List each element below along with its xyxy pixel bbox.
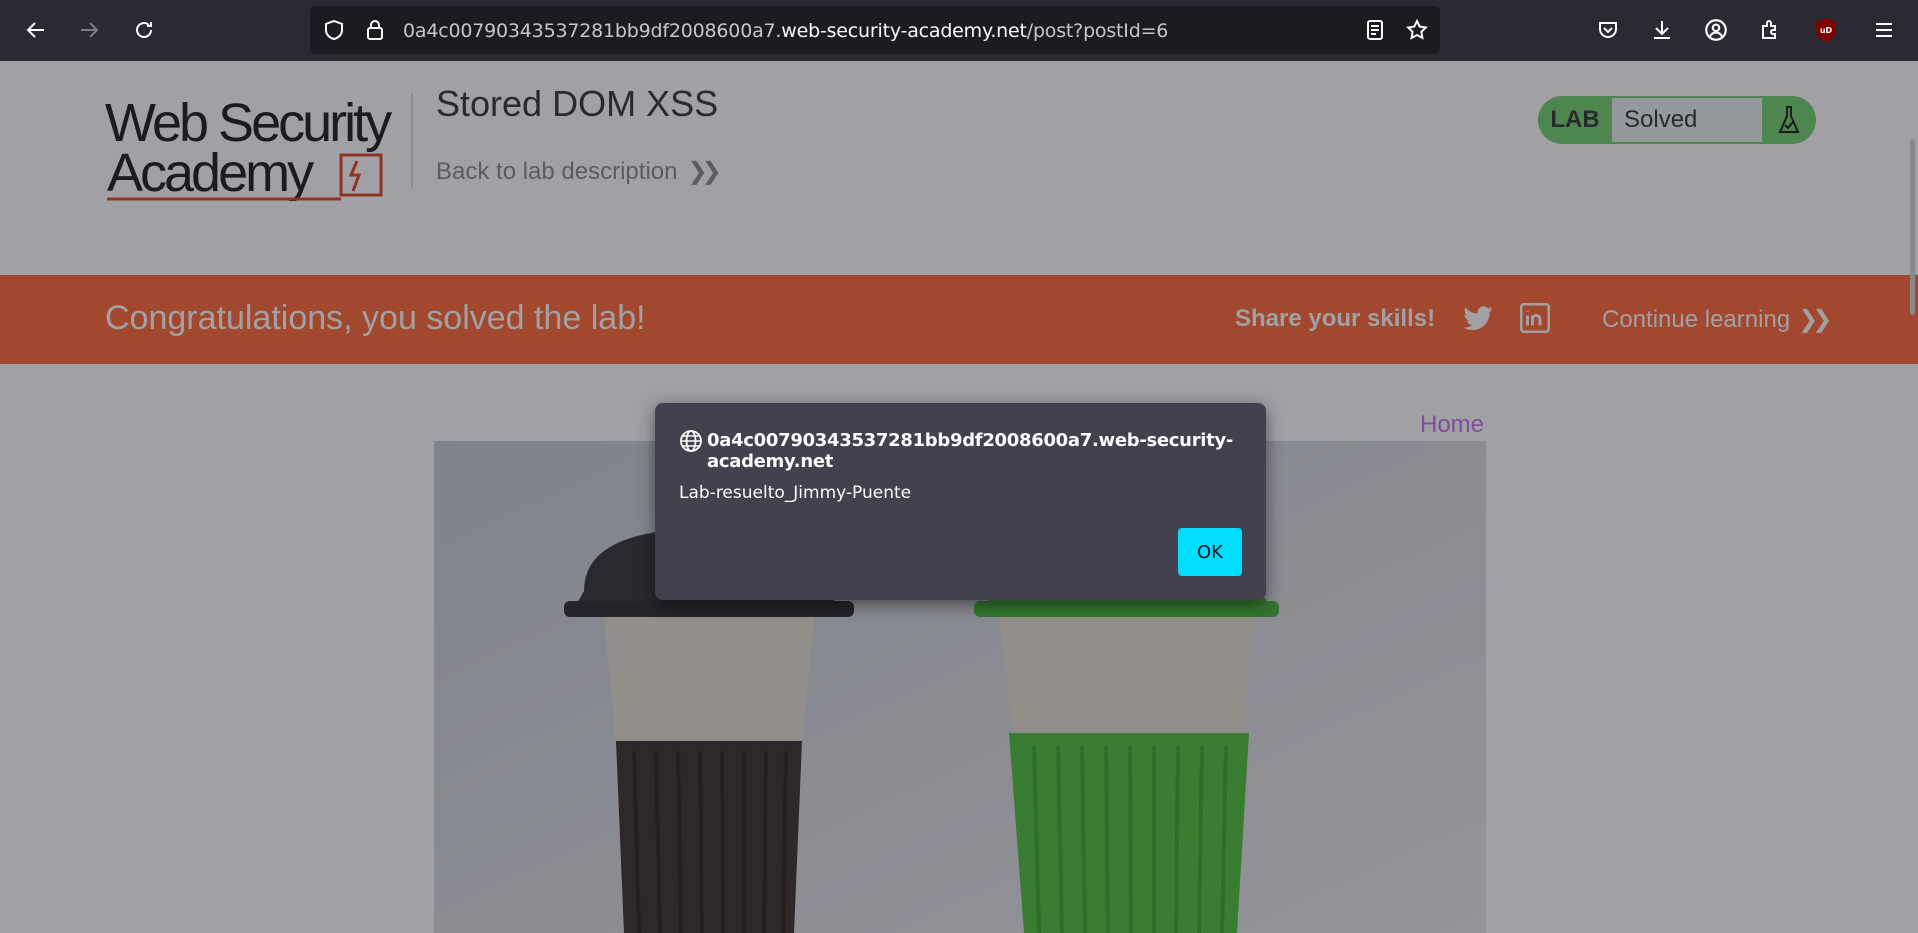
url-text[interactable]: 0a4c00790343537281bb9df2008600a7.web-sec… — [403, 20, 1168, 42]
congrats-message: Congratulations, you solved the lab! — [105, 299, 646, 337]
url-bar[interactable]: 0a4c00790343537281bb9df2008600a7.web-sec… — [310, 6, 1440, 54]
home-link[interactable]: Home — [1420, 411, 1484, 439]
page-scrollbar[interactable] — [1910, 139, 1915, 315]
logo-line2: Academy — [107, 143, 314, 201]
ublock-icon[interactable]: uD — [1810, 14, 1842, 46]
forward-button[interactable] — [71, 12, 107, 48]
download-icon[interactable] — [1646, 14, 1678, 46]
lab-header: Web Security Academy Stored DOM XSS Back… — [0, 61, 1918, 275]
double-chevron-icon: ❯❯ — [1798, 306, 1832, 333]
ok-button[interactable]: OK — [1178, 528, 1242, 576]
browser-toolbar: 0a4c00790343537281bb9df2008600a7.web-sec… — [0, 0, 1918, 61]
share-label: Share your skills! — [1235, 305, 1436, 332]
twitter-icon[interactable] — [1462, 303, 1494, 335]
arrow-left-icon — [26, 22, 44, 38]
back-button[interactable] — [18, 12, 54, 48]
lab-title: Stored DOM XSS — [436, 83, 719, 124]
continue-learning-link[interactable]: Continue learning ❯❯ — [1602, 305, 1832, 334]
shield-icon[interactable] — [322, 18, 346, 47]
url-subdomain: 0a4c00790343537281bb9df2008600a7. — [403, 20, 782, 42]
flask-check-icon — [1762, 96, 1816, 144]
dialog-origin: 0a4c00790343537281bb9df2008600a7.web-sec… — [707, 430, 1234, 472]
dialog-message: Lab-resuelto_Jimmy-Puente — [679, 483, 912, 503]
url-path: /post?postId=6 — [1026, 20, 1169, 42]
reload-icon — [136, 22, 152, 38]
globe-icon — [679, 429, 703, 453]
svg-text:uD: uD — [1820, 26, 1833, 35]
pocket-icon[interactable] — [1592, 14, 1624, 46]
continue-learning-label: Continue learning — [1602, 306, 1791, 333]
back-link-label: Back to lab description — [436, 158, 678, 185]
badge-status: Solved — [1612, 98, 1762, 142]
bookmark-star-icon[interactable] — [1405, 18, 1429, 47]
url-domain: web-security-academy.net — [781, 20, 1027, 42]
alert-dialog: 0a4c00790343537281bb9df2008600a7.web-sec… — [655, 403, 1266, 600]
double-chevron-icon: ❯❯ — [687, 158, 721, 185]
linkedin-icon[interactable] — [1520, 303, 1550, 333]
account-icon[interactable] — [1700, 14, 1732, 46]
reload-button[interactable] — [126, 12, 162, 48]
congratulations-banner: Congratulations, you solved the lab! Sha… — [0, 275, 1918, 364]
lab-status-badge: LAB Solved — [1538, 96, 1816, 144]
extensions-icon[interactable] — [1754, 14, 1786, 46]
web-security-academy-logo[interactable]: Web Security Academy — [105, 91, 415, 203]
arrow-right-icon — [81, 22, 99, 38]
back-to-lab-description-link[interactable]: Back to lab description ❯❯ — [436, 157, 722, 186]
reader-view-icon[interactable] — [1363, 18, 1387, 47]
lock-icon[interactable] — [363, 18, 387, 47]
header-divider — [411, 93, 413, 188]
menu-icon[interactable] — [1868, 14, 1900, 46]
badge-lab-label: LAB — [1550, 106, 1600, 133]
